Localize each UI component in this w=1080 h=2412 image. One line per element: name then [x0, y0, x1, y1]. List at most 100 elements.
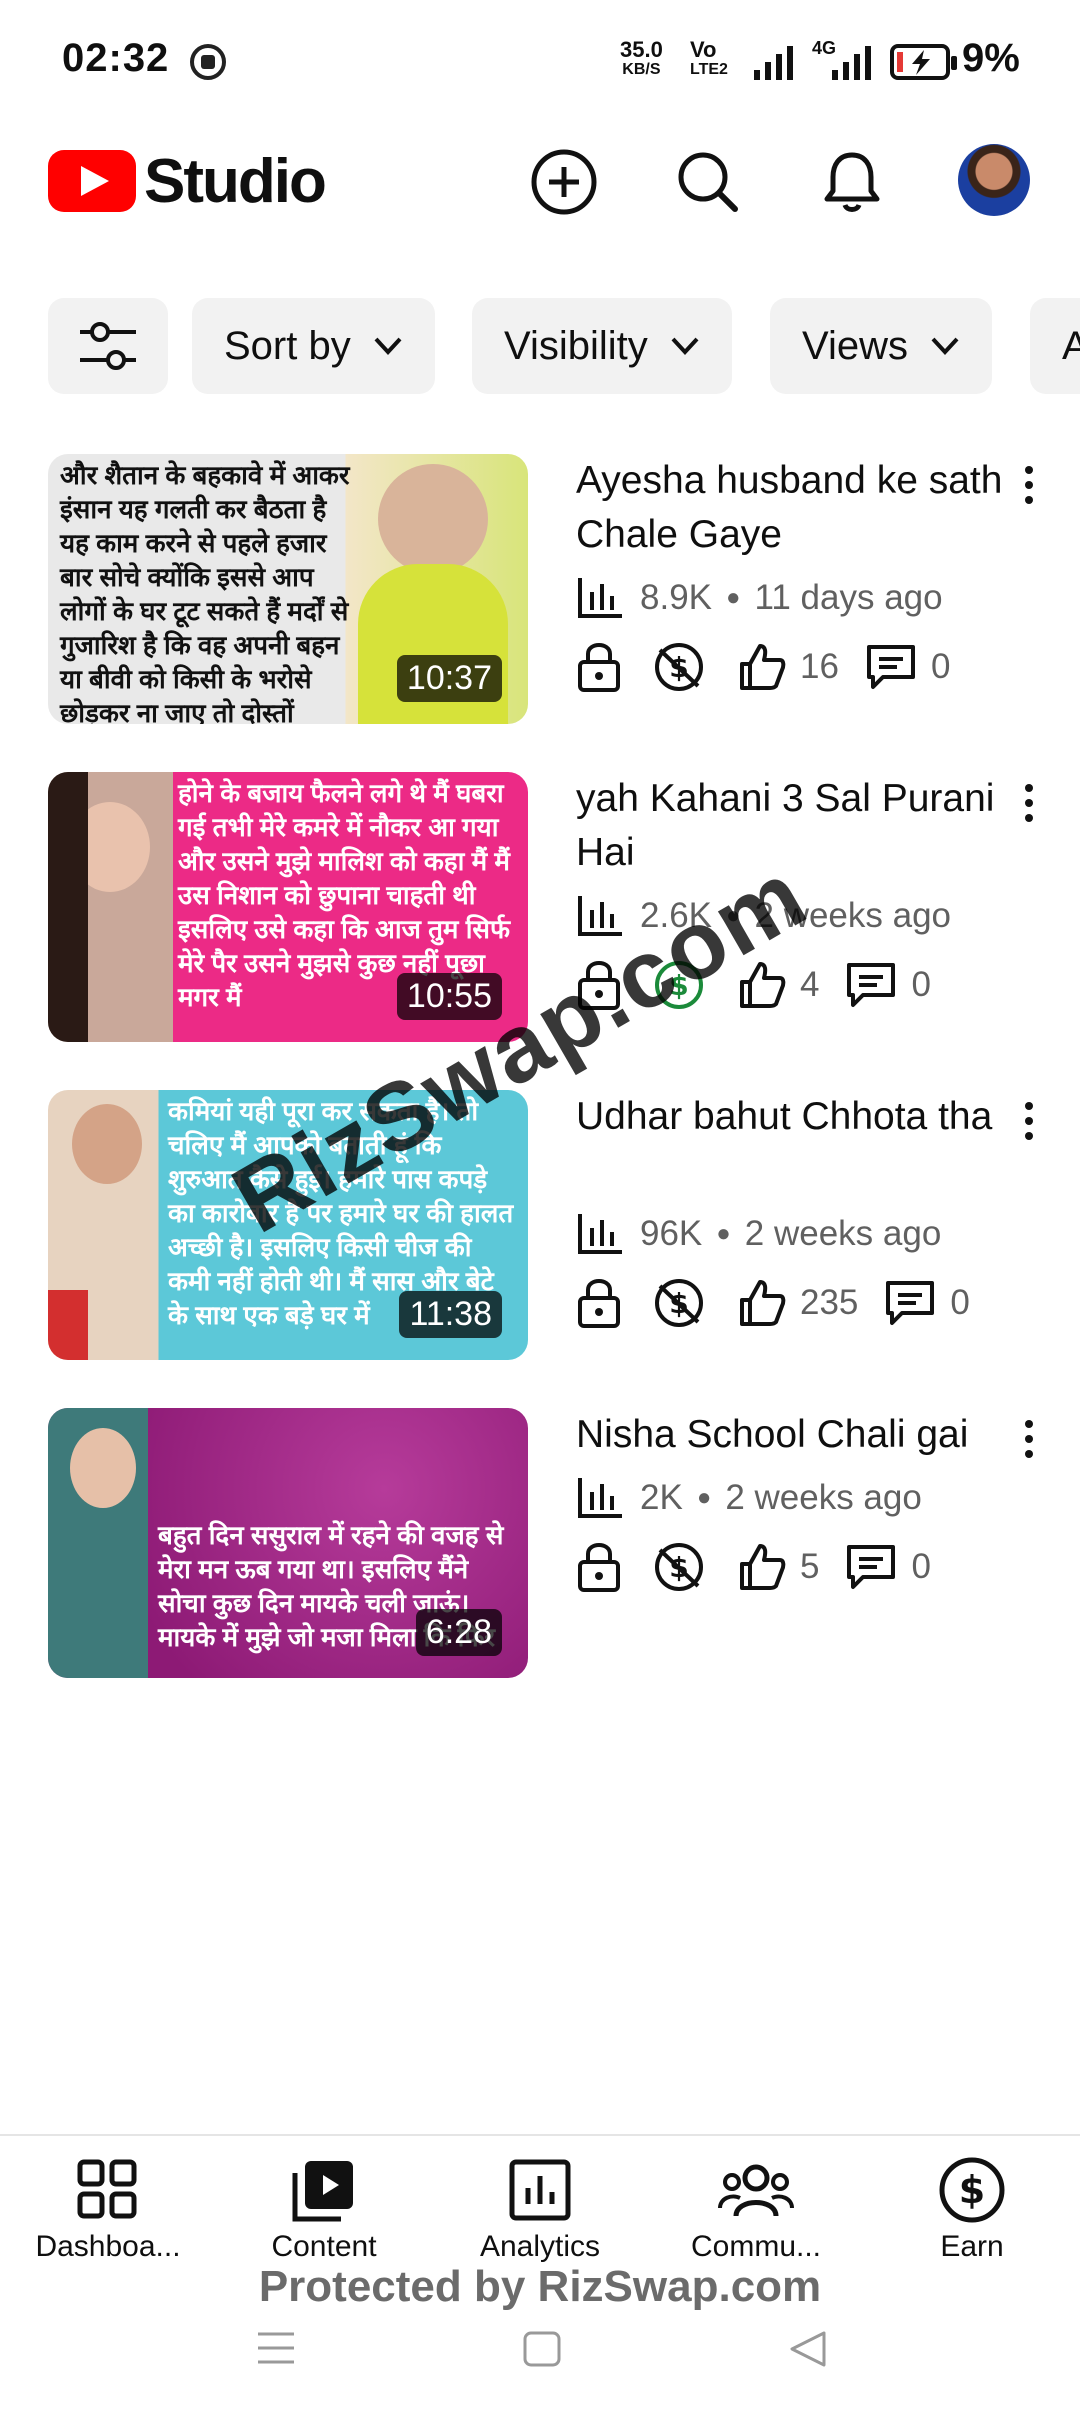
- monetization-off-icon[interactable]: $: [652, 1540, 706, 1594]
- comment-icon[interactable]: [884, 1279, 936, 1327]
- lock-icon[interactable]: [576, 640, 622, 694]
- comment-icon[interactable]: [865, 643, 917, 691]
- video-duration: 6:28: [415, 1609, 502, 1656]
- volte-bottom: LTE2: [690, 61, 728, 78]
- nav-analytics[interactable]: Analytics: [432, 2150, 648, 2264]
- nav-label: Commu...: [690, 2230, 822, 2263]
- nav-label: Analytics: [479, 2230, 601, 2263]
- nav-content[interactable]: Content: [216, 2150, 432, 2264]
- comment-count: 0: [911, 1547, 931, 1586]
- sliders-icon: [80, 322, 136, 370]
- view-count: 2K: [640, 1478, 683, 1517]
- analytics-bars-icon: [578, 1214, 622, 1254]
- signal-icon-2: [832, 46, 871, 80]
- video-title[interactable]: Udhar bahut Chhota tha: [576, 1090, 1016, 1144]
- video-title[interactable]: yah Kahani 3 Sal Purani Hai: [576, 772, 1016, 880]
- video-stats-row: $ 16 0: [576, 640, 950, 694]
- like-icon[interactable]: [736, 642, 786, 692]
- comment-icon[interactable]: [845, 961, 897, 1009]
- thumbnail-hair: [48, 772, 88, 1042]
- avatar[interactable]: [958, 144, 1030, 216]
- video-thumbnail[interactable]: बहुत दिन ससुराल में रहने की वजह से मेरा …: [48, 1408, 528, 1678]
- nav-community[interactable]: Commu...: [648, 2150, 864, 2264]
- app-header: Studio: [0, 120, 1080, 240]
- video-title[interactable]: Ayesha husband ke sath Chale Gaye: [576, 454, 1016, 562]
- upload-age: 2 weeks ago: [725, 1478, 922, 1517]
- notifications-button[interactable]: [814, 144, 890, 220]
- sort-by-chip[interactable]: Sort by: [192, 298, 435, 394]
- video-item[interactable]: कमियां यही पूरा कर सकता है। तो चलिए मैं …: [48, 1090, 1048, 1360]
- like-icon[interactable]: [736, 1542, 786, 1592]
- charging-bolt-icon: [897, 50, 930, 75]
- content-icon: [292, 2161, 353, 2222]
- earn-icon: $: [939, 2157, 1005, 2223]
- more-filter-chip[interactable]: A: [1030, 298, 1080, 394]
- meta-separator: ●: [716, 1220, 731, 1247]
- filter-settings-button[interactable]: [48, 298, 168, 394]
- net-speed: 35.0 KB/S: [620, 39, 663, 80]
- analytics-bars-icon: [578, 578, 622, 618]
- status-bar: 02:32 35.0 KB/S Vo LTE2 4G 9%: [0, 0, 1080, 120]
- screen-record-icon: [190, 44, 226, 80]
- video-title[interactable]: Nisha School Chali gai: [576, 1408, 1016, 1462]
- video-thumbnail[interactable]: होने के बजाय फैलने लगे थे मैं घबरा गई तभ…: [48, 772, 528, 1042]
- comment-count: 0: [950, 1283, 970, 1322]
- like-icon[interactable]: [736, 1278, 786, 1328]
- meta-separator: ●: [726, 584, 741, 611]
- search-button[interactable]: [670, 144, 746, 220]
- battery-icon: [890, 44, 957, 80]
- battery-percent: 9%: [962, 36, 1020, 80]
- filter-chips: Sort by Visibility Views A: [48, 298, 1080, 394]
- thumbnail-text: और शैतान के बहकावे में आकर इंसान यह गलती…: [60, 460, 350, 724]
- views-chip[interactable]: Views: [770, 298, 992, 394]
- more-options-button[interactable]: [1014, 1416, 1044, 1476]
- view-count: 96K: [640, 1214, 703, 1253]
- chevron-down-icon: [931, 337, 959, 355]
- bell-icon: [824, 152, 880, 212]
- signal-icon: [754, 46, 793, 80]
- video-info: yah Kahani 3 Sal Purani Hai: [576, 772, 1016, 880]
- home-icon[interactable]: [522, 2330, 562, 2368]
- lock-icon[interactable]: [576, 1276, 622, 1330]
- create-button[interactable]: [526, 144, 602, 220]
- more-options-button[interactable]: [1014, 462, 1044, 522]
- monetization-off-icon[interactable]: $: [652, 640, 706, 694]
- recents-icon[interactable]: [256, 2330, 296, 2366]
- nav-label: Earn: [940, 2230, 1004, 2263]
- like-count: 235: [800, 1283, 859, 1322]
- upload-age: 11 days ago: [754, 578, 943, 617]
- nav-dashboard[interactable]: Dashboa...: [0, 2150, 216, 2264]
- community-icon: [718, 2164, 794, 2217]
- volte-top: Vo: [690, 37, 717, 62]
- video-info: Ayesha husband ke sath Chale Gaye: [576, 454, 1016, 562]
- lock-icon[interactable]: [576, 1540, 622, 1594]
- video-item[interactable]: बहुत दिन ससुराल में रहने की वजह से मेरा …: [48, 1408, 1048, 1678]
- visibility-chip[interactable]: Visibility: [472, 298, 732, 394]
- thumbnail-person: [378, 464, 488, 574]
- thumbnail-person: [72, 1104, 142, 1184]
- video-thumbnail[interactable]: और शैतान के बहकावे में आकर इंसान यह गलती…: [48, 454, 528, 724]
- like-count: 4: [800, 965, 820, 1004]
- analytics-icon: [509, 2159, 571, 2221]
- dashboard-icon: [77, 2159, 137, 2219]
- like-count: 16: [800, 647, 839, 686]
- chip-label: A: [1062, 323, 1080, 368]
- video-stats-row: $ 235 0: [576, 1276, 970, 1330]
- nav-label: Content: [271, 2230, 377, 2263]
- comment-icon[interactable]: [845, 1543, 897, 1591]
- back-icon[interactable]: [788, 2330, 828, 2368]
- chevron-down-icon: [374, 337, 402, 355]
- comment-count: 0: [911, 965, 931, 1004]
- status-time: 02:32: [62, 36, 170, 80]
- more-options-button[interactable]: [1014, 780, 1044, 840]
- chip-label: Visibility: [504, 323, 648, 368]
- youtube-logo-icon: [48, 150, 136, 212]
- nav-label: Dashboa...: [35, 2230, 181, 2263]
- chip-label: Sort by: [224, 323, 351, 368]
- more-options-button[interactable]: [1014, 1098, 1044, 1158]
- monetization-off-icon[interactable]: $: [652, 1276, 706, 1330]
- video-item[interactable]: और शैतान के बहकावे में आकर इंसान यह गलती…: [48, 454, 1048, 724]
- nav-earn[interactable]: $ Earn: [864, 2150, 1080, 2264]
- like-count: 5: [800, 1547, 820, 1586]
- net-speed-unit: KB/S: [622, 61, 661, 78]
